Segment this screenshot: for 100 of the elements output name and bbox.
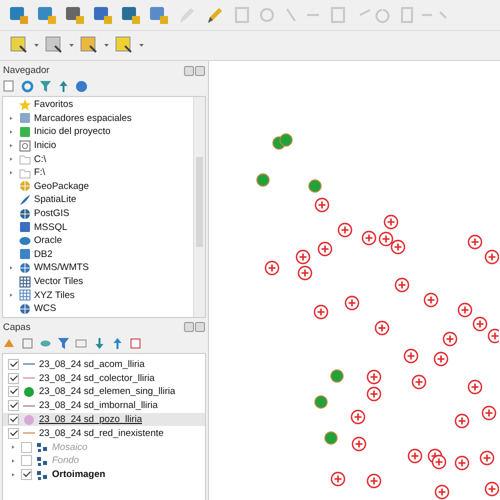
manhole-marker	[390, 240, 406, 254]
browser-item[interactable]: F:\	[3, 166, 193, 180]
filter-icon[interactable]	[57, 336, 70, 350]
grid-icon	[19, 276, 31, 288]
browser-item[interactable]: WMS/WMTS	[3, 261, 193, 275]
grid-icon	[19, 289, 31, 302]
manhole-marker	[366, 474, 382, 488]
checkbox[interactable]	[8, 386, 19, 398]
browser-item[interactable]: WCS	[3, 302, 193, 316]
remove-layer-icon[interactable]	[129, 336, 142, 350]
layer-item[interactable]: 23_08_24 sd_elemen_sing_lliria	[3, 385, 205, 399]
layer-item[interactable]: 23_08_24 sd_colector_lliria	[3, 371, 205, 386]
manhole-marker	[344, 296, 360, 310]
manhole-marker	[378, 232, 394, 246]
point-marker	[279, 133, 293, 147]
manhole-marker	[298, 266, 312, 280]
refresh-icon[interactable]	[21, 80, 34, 93]
browser-item[interactable]: Inicio	[3, 138, 193, 152]
checkbox[interactable]	[21, 442, 32, 453]
folder-icon	[19, 166, 31, 179]
manhole-marker	[384, 214, 398, 230]
database-icon	[19, 248, 31, 260]
manhole-marker	[468, 234, 482, 250]
folder-icon	[19, 153, 31, 166]
style-icon[interactable]	[3, 336, 16, 350]
panel-title: Capas	[3, 322, 30, 332]
manhole-marker	[432, 454, 446, 470]
layer-item[interactable]: 23_08_24 sd_imbornal_lliria	[3, 398, 205, 413]
manhole-marker	[350, 410, 366, 424]
point-marker	[314, 395, 328, 409]
panel-title: Navegador	[3, 65, 50, 76]
manhole-marker	[488, 328, 499, 344]
checkbox[interactable]	[8, 358, 19, 370]
manhole-marker	[412, 374, 426, 390]
info-icon[interactable]	[75, 80, 88, 93]
manhole-marker	[434, 352, 448, 366]
layer-item[interactable]: 23_08_24 sd_pozo_lliria	[3, 412, 205, 426]
float-icon[interactable]	[184, 66, 194, 76]
layer-item[interactable]: 23_08_24 sd_acom_lliria	[3, 358, 205, 372]
globe-icon	[19, 262, 31, 274]
layer-item[interactable]: 23_08_24 sd_red_inexistente	[3, 426, 205, 440]
browser-item[interactable]: DB2	[3, 248, 193, 262]
close-icon[interactable]	[195, 66, 205, 76]
expand-all-icon[interactable]	[93, 336, 106, 350]
point-marker	[256, 173, 270, 187]
checkbox[interactable]	[8, 428, 19, 439]
checkbox[interactable]	[8, 400, 19, 412]
browser-item[interactable]: XYZ Tiles	[3, 288, 193, 302]
manhole-marker	[482, 406, 496, 420]
manhole-marker	[374, 320, 390, 336]
point-marker	[324, 431, 338, 445]
checkbox[interactable]	[8, 372, 19, 384]
manhole-marker	[314, 304, 328, 320]
scrollbar-thumb[interactable]	[196, 157, 203, 247]
manhole-marker	[264, 260, 280, 276]
manhole-marker	[442, 332, 458, 346]
mosaic-icon	[35, 441, 49, 454]
collapse-all-icon[interactable]	[111, 336, 124, 350]
manhole-marker	[424, 292, 438, 308]
star-icon	[19, 98, 31, 111]
browser-item[interactable]: PostGIS	[3, 206, 193, 220]
project-icon	[19, 126, 31, 138]
browser-item[interactable]: GeoPackage	[3, 180, 193, 194]
manhole-marker	[480, 450, 494, 466]
checkbox[interactable]	[21, 455, 32, 466]
group-icon[interactable]	[21, 336, 34, 350]
browser-item[interactable]: Marcadores espaciales	[3, 112, 193, 126]
browser-item[interactable]: MSSQL	[3, 220, 193, 234]
manhole-marker	[296, 250, 310, 264]
expression-icon[interactable]	[75, 336, 88, 350]
checkbox[interactable]	[8, 414, 19, 426]
manhole-marker	[366, 370, 382, 384]
checkbox[interactable]	[21, 469, 32, 480]
manhole-marker	[318, 242, 332, 256]
manhole-marker	[362, 230, 376, 246]
filter-icon[interactable]	[39, 80, 52, 93]
browser-item[interactable]: SpatiaLite	[3, 193, 193, 207]
collapse-icon[interactable]	[57, 80, 70, 93]
layer-item[interactable]: Ortoimagen	[3, 468, 205, 482]
browser-item[interactable]: Vector Tiles	[3, 274, 193, 288]
manhole-marker	[454, 456, 470, 470]
manhole-marker	[366, 386, 382, 402]
manhole-marker	[314, 198, 330, 212]
browser-item[interactable]: C:\	[3, 152, 193, 166]
point-marker	[330, 369, 344, 383]
manhole-marker	[404, 348, 418, 364]
browser-item[interactable]: Inicio del proyecto	[3, 125, 193, 139]
database-icon	[19, 234, 31, 247]
map-canvas[interactable]	[209, 61, 500, 500]
add-icon[interactable]	[3, 80, 16, 93]
browser-item[interactable]: Oracle	[3, 234, 193, 248]
feather-icon	[19, 194, 31, 206]
manhole-marker	[472, 316, 488, 332]
point-marker	[308, 179, 322, 193]
browser-item[interactable]: Favoritos	[3, 98, 193, 112]
manhole-marker	[484, 250, 499, 264]
database-icon	[19, 221, 31, 234]
mosaic-icon	[35, 468, 49, 481]
manhole-marker	[352, 436, 366, 452]
manhole-marker	[338, 222, 352, 238]
